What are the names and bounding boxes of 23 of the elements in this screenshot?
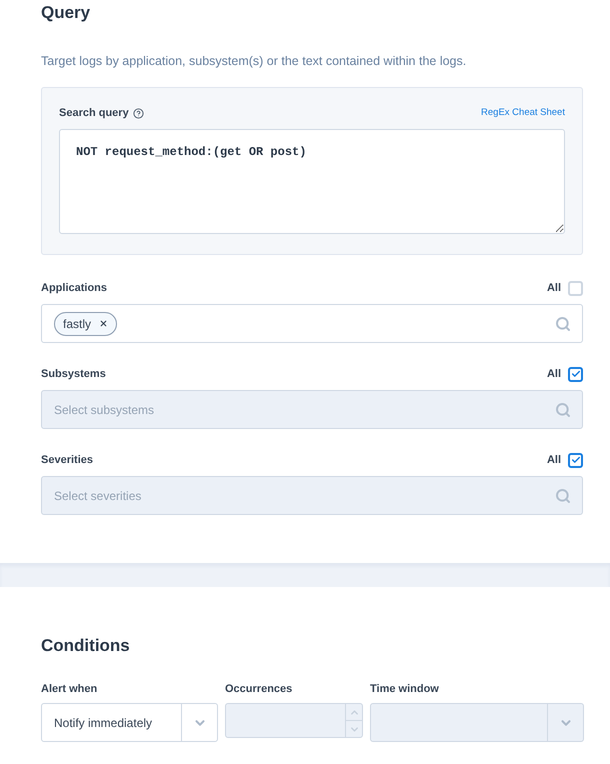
all-label: All [546, 366, 561, 382]
field-label: Time window [370, 682, 440, 696]
check-icon [570, 455, 580, 465]
field-label: Severities [41, 452, 93, 468]
section-title: Query [41, 2, 92, 24]
regex-cheat-sheet-link[interactable]: RegEx Cheat Sheet [481, 106, 565, 120]
field-label: Applications [41, 280, 108, 296]
field-label: Subsystems [41, 366, 106, 382]
dropdown-select[interactable]: Notify immediately [41, 703, 218, 742]
remove-icon[interactable] [99, 319, 108, 328]
field-label: Search query [59, 106, 129, 121]
field-label: Occurrences [225, 682, 294, 696]
all-label: All [546, 452, 561, 468]
section-description: Target logs by application, subsystem(s) or the text contained within the logs. [41, 53, 468, 70]
search-query-input[interactable]: NOT request_method:(get OR post) [59, 129, 565, 234]
all-label: All [546, 280, 561, 296]
multi-select-field[interactable]: fastly [41, 304, 583, 343]
help-icon[interactable] [132, 108, 144, 118]
application-chip[interactable]: fastly [54, 312, 118, 336]
search-icon[interactable] [555, 316, 571, 332]
check-icon [570, 369, 580, 379]
field-label: Alert when [41, 682, 98, 696]
section-title: Conditions [41, 635, 131, 657]
